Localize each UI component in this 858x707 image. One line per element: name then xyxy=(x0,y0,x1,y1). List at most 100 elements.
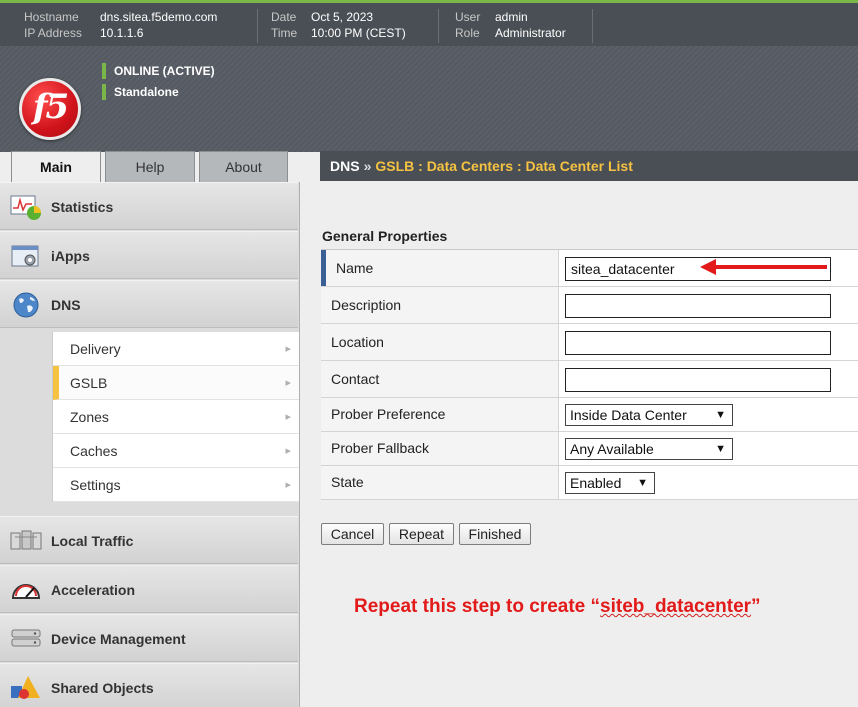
form-row-contact: Contact xyxy=(321,361,858,398)
divider xyxy=(257,9,258,43)
prober-preference-label: Prober Preference xyxy=(321,398,559,431)
cancel-button[interactable]: Cancel xyxy=(321,523,384,545)
annotation-highlight: siteb_datacenter xyxy=(600,596,752,617)
tab-help[interactable]: Help xyxy=(105,151,195,182)
breadcrumb-separator: » xyxy=(363,158,372,174)
prober-preference-value: Inside Data Center xyxy=(570,407,687,423)
sidebar-section-shared-objects[interactable]: Shared Objects xyxy=(0,663,298,707)
submenu-item-gslb[interactable]: GSLB ▸ xyxy=(53,366,299,400)
user-info: User admin Role Administrator xyxy=(455,9,566,41)
annotation-suffix: ” xyxy=(751,596,761,617)
chevron-right-icon: ▸ xyxy=(285,377,291,389)
location-input[interactable] xyxy=(565,331,831,355)
submenu-label: Zones xyxy=(70,409,109,425)
sidebar-section-iapps[interactable]: iApps xyxy=(0,231,298,279)
submenu-label: Settings xyxy=(70,477,121,493)
submenu-item-caches[interactable]: Caches ▸ xyxy=(53,434,299,468)
ip-address-label: IP Address xyxy=(24,26,82,40)
form-row-prober-fallback: Prober Fallback Any Available ▼ xyxy=(321,432,858,466)
description-label: Description xyxy=(321,287,559,323)
header-banner: f5 ONLINE (ACTIVE) Standalone xyxy=(0,46,858,152)
ip-address-value: 10.1.1.6 xyxy=(100,26,144,40)
time-value: 10:00 PM (CEST) xyxy=(311,26,406,40)
form-row-location: Location xyxy=(321,324,858,361)
form-row-prober-preference: Prober Preference Inside Data Center ▼ xyxy=(321,398,858,432)
statistics-icon xyxy=(10,195,41,220)
sidebar-section-local-traffic[interactable]: Local Traffic xyxy=(0,516,298,564)
system-status: ONLINE (ACTIVE) xyxy=(102,63,215,79)
state-select[interactable]: Enabled ▼ xyxy=(565,472,655,494)
device-icon xyxy=(11,629,41,647)
description-cell xyxy=(560,287,858,323)
role-value: Administrator xyxy=(495,26,566,40)
hostname-value: dns.sitea.f5demo.com xyxy=(100,10,218,24)
prober-preference-cell: Inside Data Center ▼ xyxy=(560,398,858,431)
sidebar: Statistics iApps DNS Delivery ▸ GSLB ▸ Zon… xyxy=(0,182,300,707)
tab-about[interactable]: About xyxy=(199,151,288,182)
annotation-arrow-icon xyxy=(700,259,827,275)
prober-fallback-select[interactable]: Any Available ▼ xyxy=(565,438,733,460)
chevron-right-icon: ▸ xyxy=(285,411,291,423)
location-cell xyxy=(560,324,858,360)
submenu-label: Delivery xyxy=(70,341,121,357)
user-label: User xyxy=(455,10,481,24)
contact-input[interactable] xyxy=(565,368,831,392)
failover-mode: Standalone xyxy=(102,84,179,100)
sidebar-section-acceleration[interactable]: Acceleration xyxy=(0,565,298,613)
prober-preference-select[interactable]: Inside Data Center ▼ xyxy=(565,404,733,426)
f5-logo[interactable]: f5 xyxy=(19,78,81,140)
role-label: Role xyxy=(455,26,480,40)
globe-icon xyxy=(13,292,39,318)
divider xyxy=(592,9,593,43)
tab-main[interactable]: Main xyxy=(11,151,101,183)
data-center-form: Name Description Location Contact Prober… xyxy=(321,249,858,500)
breadcrumb-path[interactable]: GSLB : Data Centers : Data Center List xyxy=(375,158,633,174)
form-row-state: State Enabled ▼ xyxy=(321,466,858,500)
chevron-right-icon: ▸ xyxy=(285,445,291,457)
chevron-down-icon: ▼ xyxy=(715,443,726,455)
finished-button[interactable]: Finished xyxy=(459,523,531,545)
chevron-down-icon: ▼ xyxy=(715,409,726,421)
contact-label: Contact xyxy=(321,361,559,397)
sidebar-section-statistics[interactable]: Statistics xyxy=(0,182,298,230)
datetime-info: Date Oct 5, 2023 Time 10:00 PM (CEST) xyxy=(271,9,406,41)
prober-fallback-label: Prober Fallback xyxy=(321,432,559,465)
sidebar-label-local-traffic: Local Traffic xyxy=(51,533,134,549)
state-value: Enabled xyxy=(570,475,622,491)
submenu-item-settings[interactable]: Settings ▸ xyxy=(53,468,299,502)
repeat-button[interactable]: Repeat xyxy=(389,523,454,545)
date-value: Oct 5, 2023 xyxy=(311,10,374,24)
sidebar-section-device-management[interactable]: Device Management xyxy=(0,614,298,662)
sidebar-section-dns[interactable]: DNS xyxy=(0,280,298,328)
section-title: General Properties xyxy=(322,228,448,244)
sidebar-label-dns: DNS xyxy=(51,297,81,313)
state-label: State xyxy=(321,466,559,499)
form-row-description: Description xyxy=(321,287,858,324)
name-label: Name xyxy=(321,250,559,286)
breadcrumb-root[interactable]: DNS xyxy=(330,158,360,174)
user-value: admin xyxy=(495,10,528,24)
annotation-prefix: Repeat this step to create “ xyxy=(354,596,601,617)
submenu-label: Caches xyxy=(70,443,118,459)
submenu-item-zones[interactable]: Zones ▸ xyxy=(53,400,299,434)
iapps-icon xyxy=(11,245,39,267)
shapes-icon xyxy=(11,676,40,699)
local-traffic-icon xyxy=(10,530,42,550)
sidebar-label-iapps: iApps xyxy=(51,248,90,264)
host-info: Hostname dns.sitea.f5demo.com IP Address 1… xyxy=(24,9,217,41)
hostname-label: Hostname xyxy=(24,10,79,24)
time-label: Time xyxy=(271,26,298,40)
gauge-icon xyxy=(11,584,41,599)
contact-cell xyxy=(560,361,858,397)
state-cell: Enabled ▼ xyxy=(560,466,858,499)
date-label: Date xyxy=(271,10,297,24)
chevron-right-icon: ▸ xyxy=(285,479,291,491)
submenu-item-delivery[interactable]: Delivery ▸ xyxy=(53,332,299,366)
breadcrumb: DNS» GSLB : Data Centers : Data Center Li… xyxy=(320,151,858,181)
dns-submenu: Delivery ▸ GSLB ▸ Zones ▸ Caches ▸ Settings ▸ xyxy=(52,332,299,502)
chevron-right-icon: ▸ xyxy=(285,343,291,355)
description-input[interactable] xyxy=(565,294,831,318)
sidebar-label-statistics: Statistics xyxy=(51,199,114,215)
submenu-label: GSLB xyxy=(70,375,108,391)
sidebar-label-shared-objects: Shared Objects xyxy=(51,680,154,696)
